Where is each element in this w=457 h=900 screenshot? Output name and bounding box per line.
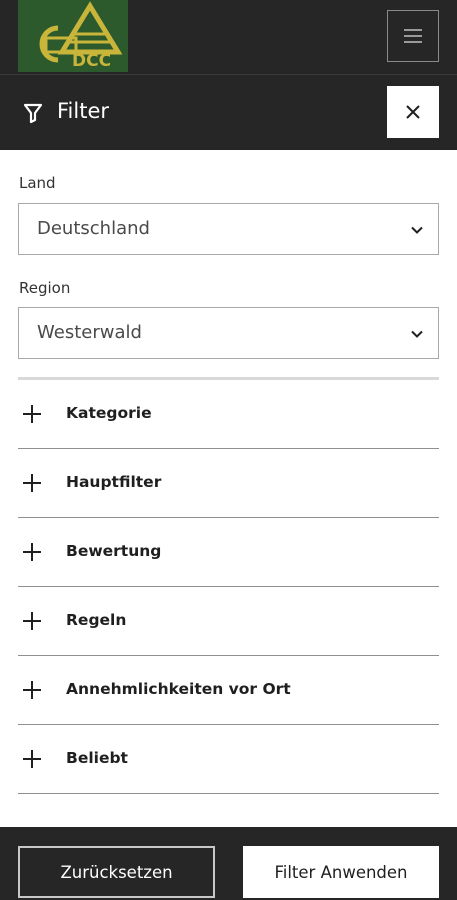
accordion-item-beliebt[interactable]: Beliebt (18, 725, 439, 794)
accordion-label: Hauptfilter (66, 473, 162, 491)
accordion-label: Kategorie (66, 404, 152, 422)
apply-filter-button[interactable]: Filter Anwenden (243, 846, 439, 898)
land-select[interactable]: Deutschland (18, 203, 439, 255)
accordion-label: Beliebt (66, 749, 128, 767)
menu-button[interactable] (387, 10, 439, 62)
plus-icon (23, 405, 41, 423)
reset-button[interactable]: Zurücksetzen (18, 846, 215, 898)
funnel-icon (23, 103, 43, 124)
accordion-item-kategorie[interactable]: Kategorie (18, 380, 439, 449)
accordion-label: Regeln (66, 611, 127, 629)
close-filter-button[interactable] (387, 86, 439, 138)
plus-icon (23, 681, 41, 699)
accordion-item-annehmlichkeiten[interactable]: Annehmlichkeiten vor Ort (18, 656, 439, 725)
hamburger-menu-icon (404, 29, 422, 43)
plus-icon (23, 543, 41, 561)
top-header: DCC (0, 0, 457, 74)
land-select-value: Deutschland (37, 218, 150, 239)
plus-icon (23, 474, 41, 492)
plus-icon (23, 612, 41, 630)
dcc-logo[interactable]: DCC (18, 0, 128, 72)
close-icon (406, 105, 420, 119)
accordion-item-hauptfilter[interactable]: Hauptfilter (18, 449, 439, 518)
filter-footer: Zurücksetzen Filter Anwenden (0, 827, 457, 900)
accordion-item-bewertung[interactable]: Bewertung (18, 518, 439, 587)
plus-icon (23, 750, 41, 768)
region-select-value: Westerwald (37, 322, 142, 343)
chevron-down-icon (411, 330, 423, 338)
accordion-item-regeln[interactable]: Regeln (18, 587, 439, 656)
filter-header: Filter (0, 74, 457, 150)
land-label: Land (19, 174, 56, 192)
filter-title: Filter (57, 99, 110, 123)
chevron-down-icon (411, 226, 423, 234)
logo-text: DCC (72, 51, 111, 71)
region-label: Region (19, 279, 71, 297)
accordion-label: Bewertung (66, 542, 162, 560)
accordion-label: Annehmlichkeiten vor Ort (66, 680, 291, 698)
region-select[interactable]: Westerwald (18, 307, 439, 359)
